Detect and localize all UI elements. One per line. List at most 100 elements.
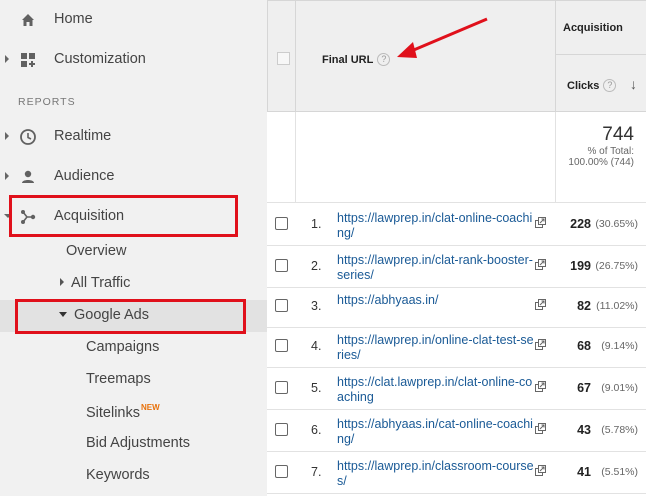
clicks-value: 82: [577, 299, 591, 313]
divider: [267, 451, 646, 452]
clicks-value: 228: [570, 217, 591, 231]
table-row: 4. https://lawprep.in/online-clat-test-se…: [267, 328, 646, 364]
row-checkbox[interactable]: [275, 381, 288, 394]
row-checkbox[interactable]: [275, 259, 288, 272]
total-clicks: 744: [602, 124, 634, 145]
divider: [267, 245, 646, 246]
clicks-percent: (26.75%): [595, 260, 638, 272]
external-link-icon[interactable]: [535, 299, 546, 310]
nav-realtime-label: Realtime: [54, 128, 112, 144]
nav-keywords[interactable]: Keywords: [86, 467, 150, 483]
final-url-link[interactable]: https://abhyaas.in/: [337, 293, 535, 308]
table-row: 3. https://abhyaas.in/82 (11.02%): [267, 288, 646, 324]
nav-customization-label: Customization: [54, 51, 146, 67]
divider: [267, 493, 646, 494]
row-checkbox[interactable]: [275, 339, 288, 352]
sort-descending-icon[interactable]: ↓: [630, 76, 637, 92]
nav-overview[interactable]: Overview: [66, 243, 126, 259]
final-url-link[interactable]: https://lawprep.in/classroom-courses/: [337, 459, 535, 489]
row-number: 3.: [311, 299, 322, 313]
clicks-percent: (9.01%): [601, 382, 638, 394]
row-number: 2.: [311, 259, 322, 273]
nav-sitelinks-label: Sitelinks: [86, 405, 140, 421]
nav-sitelinks[interactable]: SitelinksNEW: [86, 403, 160, 421]
divider: [295, 112, 296, 202]
external-link-icon[interactable]: [535, 217, 546, 228]
nav-audience-label: Audience: [54, 168, 115, 184]
external-link-icon[interactable]: [535, 381, 546, 392]
nav-bid-adjustments[interactable]: Bid Adjustments: [86, 435, 190, 451]
row-number: 4.: [311, 339, 322, 353]
clicks-percent: (30.65%): [595, 218, 638, 230]
row-checkbox[interactable]: [275, 465, 288, 478]
caret-right-icon: [60, 278, 64, 286]
nav-treemaps[interactable]: Treemaps: [86, 371, 151, 387]
acquisition-highlight-box: [9, 195, 238, 237]
clicks-percent: (11.02%): [596, 300, 638, 312]
total-percent-line2: 100.00% (744): [568, 157, 634, 168]
clicks-header-label: Clicks: [567, 80, 600, 92]
external-link-icon[interactable]: [535, 259, 546, 270]
row-number: 1.: [311, 217, 322, 231]
reports-heading: REPORTS: [18, 96, 76, 108]
help-icon[interactable]: ?: [603, 79, 617, 92]
final-url-header-label: Final URL: [322, 54, 374, 66]
external-link-icon[interactable]: [535, 465, 546, 476]
row-checkbox[interactable]: [275, 217, 288, 230]
final-url-header: Final URL?: [322, 53, 391, 66]
clicks-value: 67: [577, 381, 591, 395]
clicks-value: 199: [570, 259, 591, 273]
final-url-link[interactable]: https://abhyaas.in/cat-online-coaching/: [337, 417, 535, 447]
clicks-value: 41: [577, 465, 591, 479]
nav-customization[interactable]: Customization: [0, 42, 267, 76]
clock-icon: [20, 129, 36, 145]
clicks-value: 68: [577, 339, 591, 353]
divider: [267, 409, 646, 410]
final-url-link[interactable]: https://clat.lawprep.in/clat-online-coac…: [337, 375, 535, 405]
divider: [267, 367, 646, 368]
nav-campaigns[interactable]: Campaigns: [86, 339, 159, 355]
annotation-arrow: [397, 17, 488, 58]
sidebar: Home Customization REPORTS Realtime Audi…: [0, 0, 267, 496]
total-percent-line1: % of Total:: [587, 146, 634, 157]
table-row: 7. https://lawprep.in/classroom-courses/4…: [267, 454, 646, 490]
caret-right-icon: [5, 172, 9, 180]
divider: [267, 202, 646, 203]
acquisition-header: Acquisition: [563, 22, 623, 34]
final-url-link[interactable]: https://lawprep.in/online-clat-test-seri…: [337, 333, 535, 363]
row-number: 5.: [311, 381, 322, 395]
table-row: 1. https://lawprep.in/clat-online-coachin…: [267, 206, 646, 242]
row-number: 6.: [311, 423, 322, 437]
google-ads-highlight-box: [15, 299, 246, 334]
table-row: 5. https://clat.lawprep.in/clat-online-co…: [267, 370, 646, 406]
person-icon: [22, 170, 34, 183]
nav-realtime[interactable]: Realtime: [0, 119, 267, 153]
caret-right-icon: [5, 132, 9, 140]
table-row: 6. https://abhyaas.in/cat-online-coaching…: [267, 412, 646, 448]
report-table: Final URL? Acquisition Clicks? ↓ 744 % o…: [267, 0, 646, 496]
caret-right-icon: [5, 55, 9, 63]
divider: [555, 112, 556, 202]
clicks-header: Clicks?: [567, 79, 617, 92]
row-checkbox[interactable]: [275, 299, 288, 312]
nav-all-traffic[interactable]: All Traffic: [60, 275, 130, 291]
total-percent: % of Total: 100.00% (744): [568, 146, 634, 168]
nav-home-label: Home: [54, 11, 93, 27]
clicks-percent: (9.14%): [601, 340, 638, 352]
clicks-value: 43: [577, 423, 591, 437]
nav-audience[interactable]: Audience: [0, 159, 267, 193]
external-link-icon[interactable]: [535, 423, 546, 434]
clicks-percent: (5.51%): [601, 466, 638, 478]
new-badge: NEW: [141, 403, 160, 412]
table-row: 2. https://lawprep.in/clat-rank-booster-s…: [267, 248, 646, 284]
final-url-link[interactable]: https://lawprep.in/clat-rank-booster-ser…: [337, 253, 535, 283]
external-link-icon[interactable]: [535, 339, 546, 350]
nav-home[interactable]: Home: [0, 2, 267, 36]
row-checkbox[interactable]: [275, 423, 288, 436]
clicks-percent: (5.78%): [601, 424, 638, 436]
dashboard-icon: [21, 53, 35, 67]
row-number: 7.: [311, 465, 322, 479]
final-url-link[interactable]: https://lawprep.in/clat-online-coaching/: [337, 211, 535, 241]
select-all-checkbox[interactable]: [277, 52, 290, 65]
nav-all-traffic-label: All Traffic: [71, 275, 131, 291]
